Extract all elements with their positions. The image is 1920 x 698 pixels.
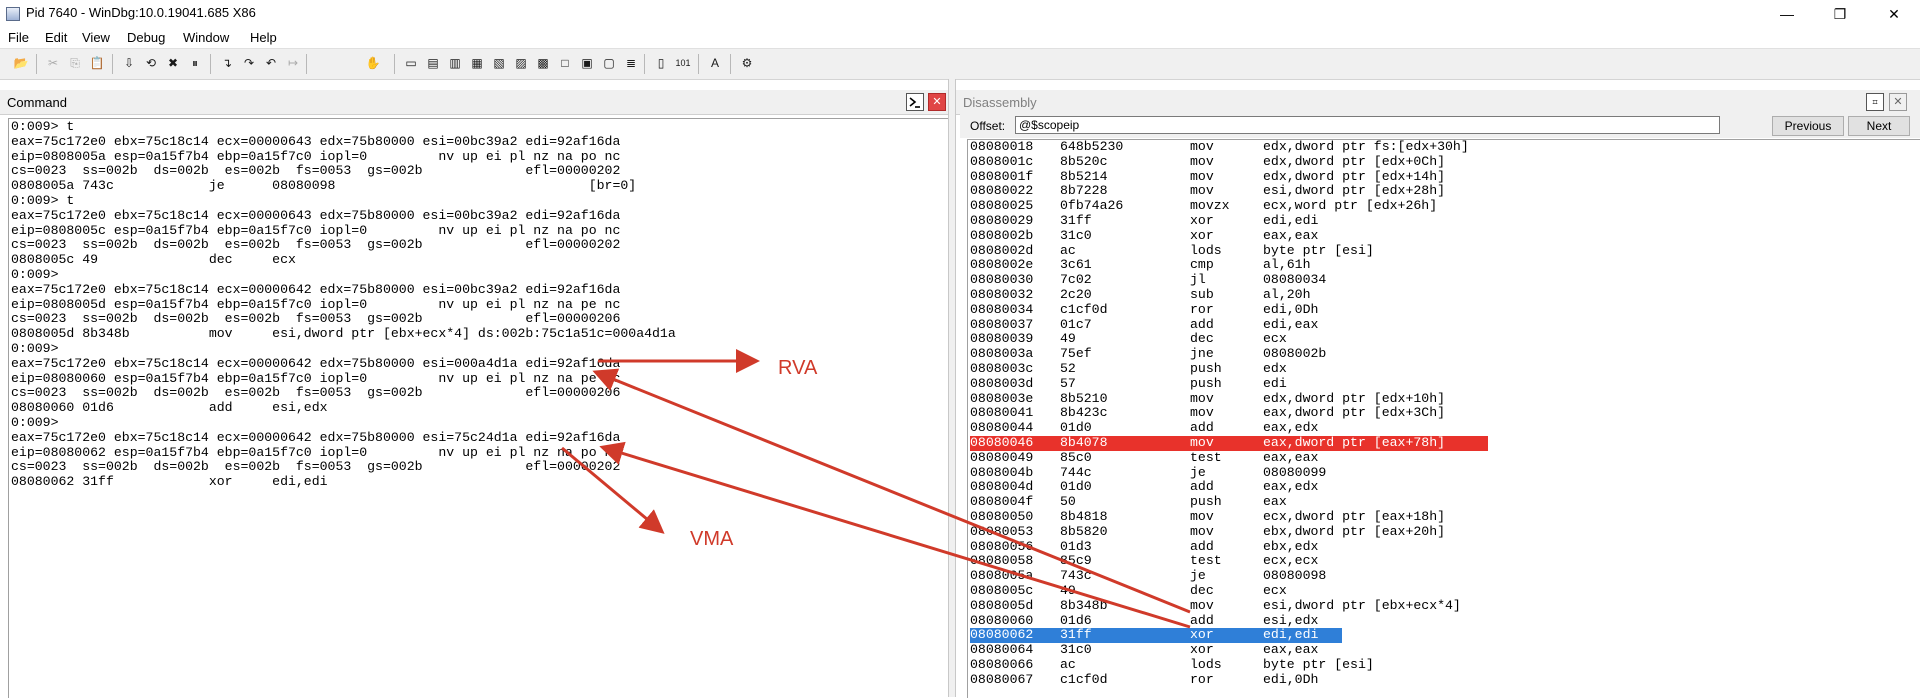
annotation-arrows xyxy=(561,349,1191,629)
vma-label: VMA xyxy=(690,528,734,550)
rva-label: RVA xyxy=(778,357,818,379)
mov-to-rva-arrow xyxy=(592,368,1191,614)
